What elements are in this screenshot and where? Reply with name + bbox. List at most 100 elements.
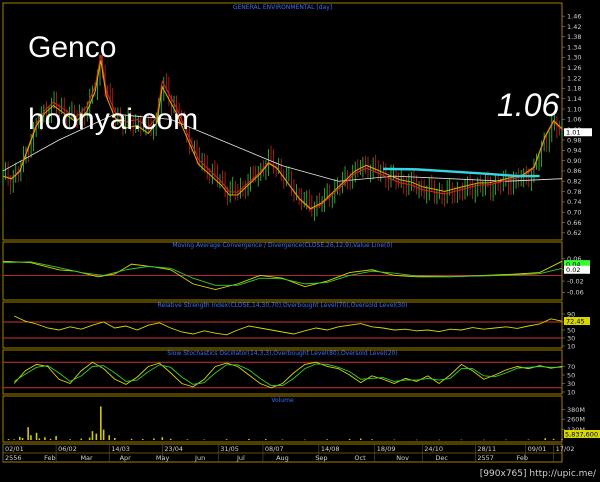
ticker-overlay: Genco	[28, 31, 116, 64]
x-month-label: 2556	[5, 454, 22, 462]
volume-bar	[130, 438, 133, 440]
x-date-label: 09/01	[528, 445, 547, 453]
volume-bar	[30, 435, 32, 440]
image-footer: [990x765] http://upic.me/	[480, 469, 597, 479]
y-tick-label: 0.86	[567, 167, 581, 175]
x-date-label: 17/02	[556, 445, 575, 453]
x-date-label: 06/02	[58, 445, 77, 453]
x-month-label: May	[156, 454, 170, 462]
volume-bar	[18, 436, 21, 440]
x-month-label: 2557	[477, 454, 494, 462]
y-tick-label: 0.66	[567, 219, 581, 227]
volume-bar	[91, 431, 94, 440]
y-tick-label: 0.74	[567, 198, 581, 206]
volume-bar	[186, 439, 189, 440]
volume-bar	[248, 438, 250, 440]
volume-bar	[225, 439, 228, 440]
volume-bar	[38, 438, 41, 440]
y-tick-label: 0.98	[567, 136, 581, 144]
y-tick-label: 1.42	[567, 23, 581, 31]
x-date-label: 18/09	[377, 445, 396, 453]
x-date-label: 24/10	[424, 445, 443, 453]
volume-bar	[88, 437, 91, 440]
volume-bar	[482, 439, 485, 441]
volume-bar	[552, 438, 555, 440]
y-tick-label: -0.06	[567, 289, 584, 297]
volume-bar	[55, 436, 57, 440]
volume-bar	[141, 439, 144, 440]
indicator-badge-text: 72.45	[566, 317, 585, 325]
volume-bar	[21, 438, 24, 440]
volume-bar	[561, 439, 563, 440]
x-month-label: Aug	[276, 454, 289, 462]
volume-bar	[438, 439, 440, 441]
volume-bar	[13, 439, 15, 440]
x-month-label: Feb	[44, 454, 56, 462]
chart-background	[0, 0, 600, 482]
y-tick-label: 0.90	[567, 157, 581, 165]
y-tick-label: -0.02	[567, 277, 584, 285]
panel-title: GENERAL ENVIRONMENTAL [day]	[233, 4, 332, 11]
indicator-badge-text: 0.02	[566, 266, 580, 274]
y-tick-label: 1.34	[567, 43, 581, 51]
volume-bar	[505, 439, 507, 441]
y-tick-label: 0.82	[567, 178, 581, 186]
volume-bar	[460, 439, 463, 441]
volume-bar	[281, 439, 284, 441]
y-tick-label: 1.26	[567, 64, 581, 72]
y-tick-label: 50	[567, 326, 575, 334]
panel-title: Relative Strength Index(CLOSE,14,30,70),…	[158, 302, 408, 309]
volume-bar	[69, 439, 71, 440]
y-tick-label: 0.94	[567, 147, 581, 155]
volume-bar	[27, 427, 29, 440]
y-tick-label: 260M	[567, 416, 585, 424]
y-tick-label: 1.22	[567, 74, 581, 82]
volume-bar	[371, 439, 373, 440]
volume-bar	[49, 438, 52, 440]
volume-bar	[35, 432, 38, 440]
x-date-label: 14/08	[321, 445, 340, 453]
volume-bar	[359, 438, 362, 440]
volume-bar	[348, 439, 351, 440]
volume-bar	[7, 439, 10, 440]
volume-bar	[264, 439, 267, 440]
volume-bar	[95, 433, 98, 440]
volume-bar	[44, 437, 46, 440]
volume-bar	[114, 438, 116, 440]
y-tick-label: 1.38	[567, 33, 581, 41]
stock-chart: GENERAL ENVIRONMENTAL [day] 1.46 1.42 1.38 1…	[0, 0, 600, 482]
y-tick-label: 30	[567, 380, 575, 388]
y-tick-label: 1.10	[567, 105, 581, 113]
site-overlay: hoonyai.com	[28, 103, 198, 136]
x-date-label: 02/01	[5, 445, 24, 453]
y-tick-label: 0.78	[567, 188, 581, 196]
volume-bar	[80, 438, 83, 440]
x-month-label: Nov	[396, 454, 409, 462]
panel-title: Moving Average Convergence / Divergence(…	[172, 242, 392, 249]
volume-bar	[153, 438, 155, 440]
x-month-label: Mar	[80, 454, 93, 462]
last-price-overlay: 1.06	[497, 87, 559, 123]
y-tick-label: 10	[567, 342, 575, 350]
volume-bar	[161, 437, 164, 440]
y-tick-label: 0.62	[567, 229, 581, 237]
y-tick-label: 1.46	[567, 12, 581, 20]
y-tick-label: 1.30	[567, 54, 581, 62]
volume-bar	[169, 438, 172, 440]
volume-bar	[108, 435, 111, 440]
x-month-label: Oct	[354, 454, 366, 462]
y-tick-label: 1.06	[567, 116, 581, 124]
y-tick-label: 10	[567, 388, 575, 396]
y-tick-label: 70	[567, 363, 575, 371]
volume-bar	[304, 439, 306, 441]
y-tick-label: 1.14	[567, 95, 581, 103]
volume-bar	[100, 406, 102, 440]
volume-badge-text: 5,837,600	[565, 430, 598, 438]
last-value-badge-text: 1.01	[566, 129, 580, 137]
x-date-label: 28/11	[477, 445, 496, 453]
x-month-label: Dec	[435, 454, 448, 462]
x-month-label: Apr	[120, 454, 132, 462]
x-date-label: 31/05	[220, 445, 239, 453]
x-month-label: Jul	[236, 454, 245, 462]
volume-bar	[527, 439, 530, 441]
